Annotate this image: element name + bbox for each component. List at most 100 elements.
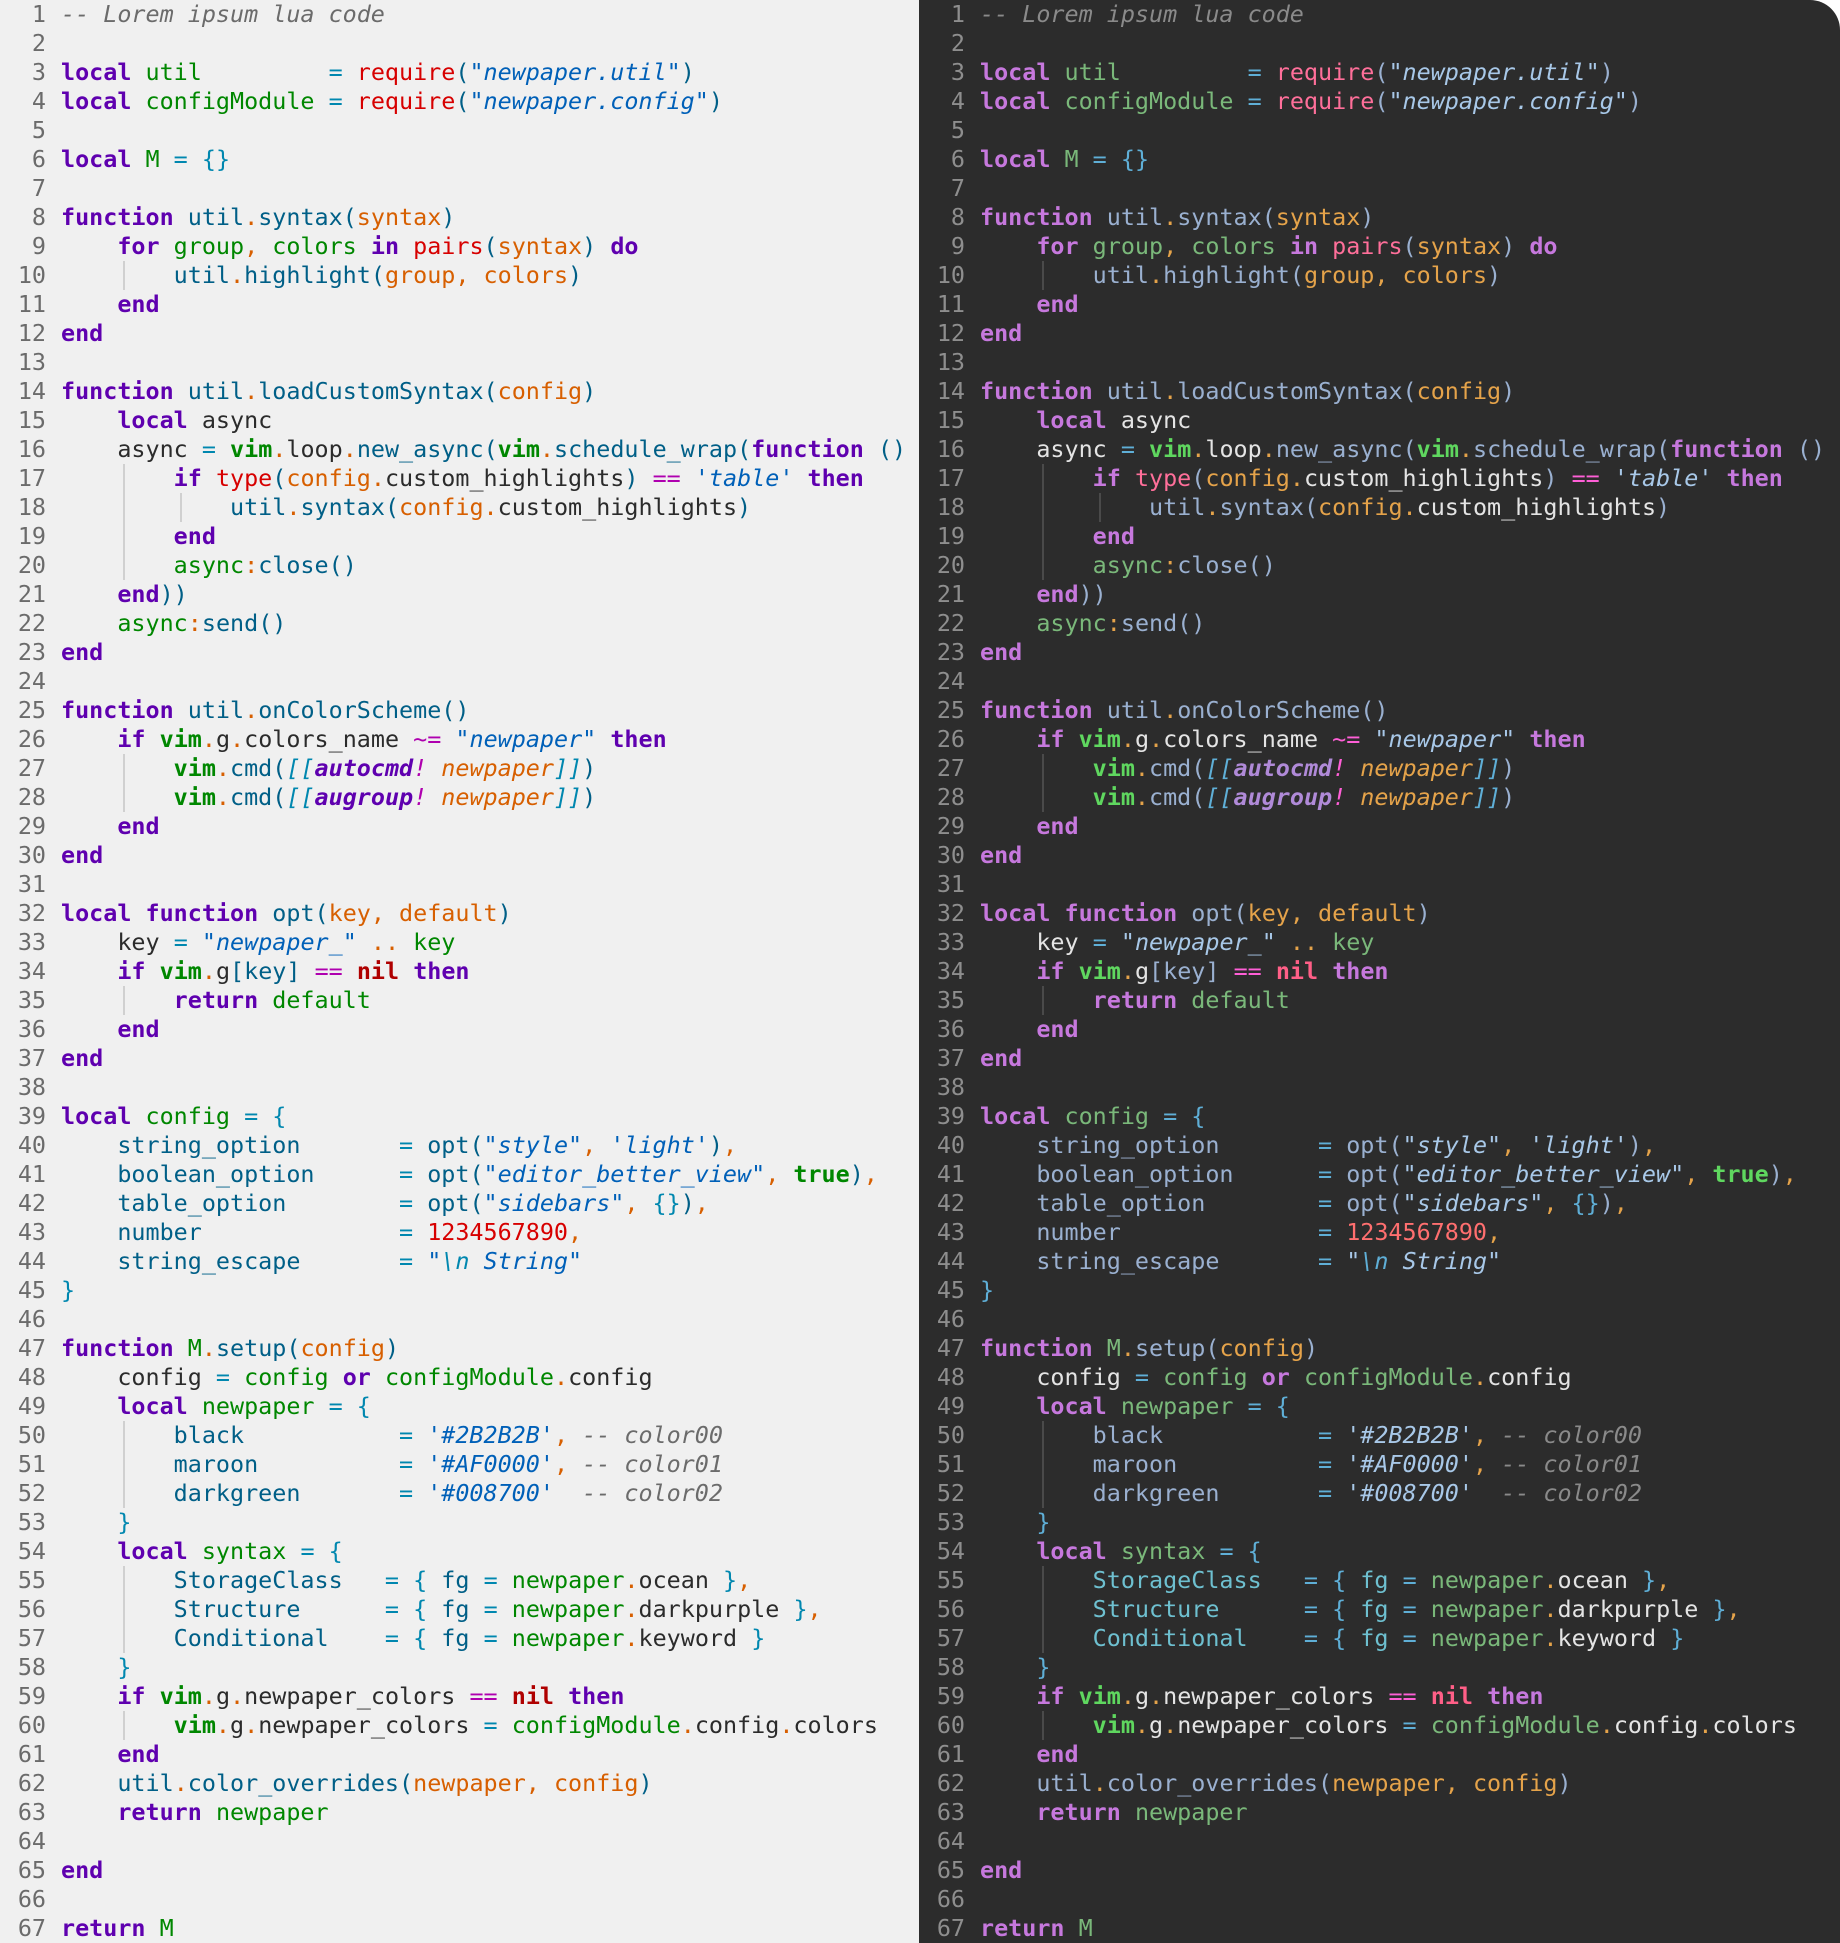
code-line[interactable]: 23 end bbox=[919, 638, 1840, 667]
code-line[interactable]: 4 local configModule = require("newpaper.… bbox=[919, 87, 1840, 116]
code-line[interactable]: 50 black = '#2B2B2B', -- color00 bbox=[919, 1421, 1840, 1450]
code-line[interactable]: 36 end bbox=[0, 1015, 919, 1044]
code-line[interactable]: 46 bbox=[0, 1305, 919, 1334]
code-line[interactable]: 42 table_option = opt("sidebars", {}), bbox=[919, 1189, 1840, 1218]
code-line[interactable]: 24 bbox=[0, 667, 919, 696]
code-line[interactable]: 35 return default bbox=[919, 986, 1840, 1015]
code-line[interactable]: 55 StorageClass = { fg = newpaper.ocean … bbox=[919, 1566, 1840, 1595]
code-line[interactable]: 54 local syntax = { bbox=[0, 1537, 919, 1566]
code-line[interactable]: 11 end bbox=[0, 290, 919, 319]
code-line[interactable]: 16 async = vim.loop.new_async(vim.schedu… bbox=[919, 435, 1840, 464]
code-line[interactable]: 15 local async bbox=[0, 406, 919, 435]
code-line[interactable]: 48 config = config or configModule.confi… bbox=[919, 1363, 1840, 1392]
code-line[interactable]: 59 if vim.g.newpaper_colors == nil then bbox=[919, 1682, 1840, 1711]
code-line[interactable]: 28 vim.cmd([[augroup! newpaper]]) bbox=[919, 783, 1840, 812]
code-line[interactable]: 21 end)) bbox=[919, 580, 1840, 609]
code-line[interactable]: 14 function util.loadCustomSyntax(config) bbox=[919, 377, 1840, 406]
code-line[interactable]: 62 util.color_overrides(newpaper, config… bbox=[0, 1769, 919, 1798]
code-line[interactable]: 5 bbox=[0, 116, 919, 145]
code-line[interactable]: 55 StorageClass = { fg = newpaper.ocean … bbox=[0, 1566, 919, 1595]
code-line[interactable]: 20 async:close() bbox=[0, 551, 919, 580]
code-line[interactable]: 15 local async bbox=[919, 406, 1840, 435]
code-line[interactable]: 47 function M.setup(config) bbox=[0, 1334, 919, 1363]
code-line[interactable]: 21 end)) bbox=[0, 580, 919, 609]
code-line[interactable]: 28 vim.cmd([[augroup! newpaper]]) bbox=[0, 783, 919, 812]
code-line[interactable]: 19 end bbox=[919, 522, 1840, 551]
code-line[interactable]: 37 end bbox=[919, 1044, 1840, 1073]
code-line[interactable]: 34 if vim.g[key] == nil then bbox=[0, 957, 919, 986]
code-line[interactable]: 12 end bbox=[0, 319, 919, 348]
code-line[interactable]: 51 maroon = '#AF0000', -- color01 bbox=[919, 1450, 1840, 1479]
code-line[interactable]: 58 } bbox=[919, 1653, 1840, 1682]
code-line[interactable]: 11 end bbox=[919, 290, 1840, 319]
code-line[interactable]: 49 local newpaper = { bbox=[0, 1392, 919, 1421]
code-line[interactable]: 49 local newpaper = { bbox=[919, 1392, 1840, 1421]
code-line[interactable]: 60 vim.g.newpaper_colors = configModule.… bbox=[0, 1711, 919, 1740]
code-line[interactable]: 38 bbox=[0, 1073, 919, 1102]
code-line[interactable]: 1 -- Lorem ipsum lua code bbox=[0, 0, 919, 29]
code-line[interactable]: 66 bbox=[0, 1885, 919, 1914]
code-line[interactable]: 53 } bbox=[0, 1508, 919, 1537]
code-line[interactable]: 41 boolean_option = opt("editor_better_v… bbox=[0, 1160, 919, 1189]
code-line[interactable]: 52 darkgreen = '#008700' -- color02 bbox=[919, 1479, 1840, 1508]
code-line[interactable]: 26 if vim.g.colors_name ~= "newpaper" th… bbox=[0, 725, 919, 754]
code-line[interactable]: 29 end bbox=[0, 812, 919, 841]
code-line[interactable]: 30 end bbox=[919, 841, 1840, 870]
code-line[interactable]: 27 vim.cmd([[autocmd! newpaper]]) bbox=[919, 754, 1840, 783]
code-line[interactable]: 46 bbox=[919, 1305, 1840, 1334]
code-line[interactable]: 60 vim.g.newpaper_colors = configModule.… bbox=[919, 1711, 1840, 1740]
code-line[interactable]: 50 black = '#2B2B2B', -- color00 bbox=[0, 1421, 919, 1450]
code-view[interactable]: 1 -- Lorem ipsum lua code 2 3 local util = r… bbox=[919, 0, 1840, 1943]
code-line[interactable]: 47 function M.setup(config) bbox=[919, 1334, 1840, 1363]
code-line[interactable]: 6 local M = {} bbox=[919, 145, 1840, 174]
code-line[interactable]: 16 async = vim.loop.new_async(vim.schedu… bbox=[0, 435, 919, 464]
code-line[interactable]: 34 if vim.g[key] == nil then bbox=[919, 957, 1840, 986]
code-line[interactable]: 18 util.syntax(config.custom_highlights) bbox=[0, 493, 919, 522]
code-line[interactable]: 26 if vim.g.colors_name ~= "newpaper" th… bbox=[919, 725, 1840, 754]
code-line[interactable]: 25 function util.onColorScheme() bbox=[919, 696, 1840, 725]
code-line[interactable]: 6 local M = {} bbox=[0, 145, 919, 174]
code-line[interactable]: 41 boolean_option = opt("editor_better_v… bbox=[919, 1160, 1840, 1189]
code-line[interactable]: 61 end bbox=[0, 1740, 919, 1769]
code-line[interactable]: 65 end bbox=[0, 1856, 919, 1885]
code-line[interactable]: 10 util.highlight(group, colors) bbox=[0, 261, 919, 290]
code-line[interactable]: 30 end bbox=[0, 841, 919, 870]
code-line[interactable]: 33 key = "newpaper_" .. key bbox=[919, 928, 1840, 957]
code-line[interactable]: 43 number = 1234567890, bbox=[0, 1218, 919, 1247]
code-line[interactable]: 17 if type(config.custom_highlights) == … bbox=[0, 464, 919, 493]
code-line[interactable]: 5 bbox=[919, 116, 1840, 145]
code-line[interactable]: 8 function util.syntax(syntax) bbox=[0, 203, 919, 232]
code-line[interactable]: 14 function util.loadCustomSyntax(config) bbox=[0, 377, 919, 406]
editor-pane-dark[interactable]: 1 -- Lorem ipsum lua code 2 3 local util = r… bbox=[919, 0, 1840, 1943]
code-line[interactable]: 9 for group, colors in pairs(syntax) do bbox=[0, 232, 919, 261]
code-line[interactable]: 44 string_escape = "\n String" bbox=[919, 1247, 1840, 1276]
code-line[interactable]: 32 local function opt(key, default) bbox=[919, 899, 1840, 928]
code-line[interactable]: 32 local function opt(key, default) bbox=[0, 899, 919, 928]
code-line[interactable]: 23 end bbox=[0, 638, 919, 667]
code-line[interactable]: 4 local configModule = require("newpaper.… bbox=[0, 87, 919, 116]
code-line[interactable]: 54 local syntax = { bbox=[919, 1537, 1840, 1566]
code-line[interactable]: 66 bbox=[919, 1885, 1840, 1914]
code-line[interactable]: 20 async:close() bbox=[919, 551, 1840, 580]
code-line[interactable]: 31 bbox=[919, 870, 1840, 899]
code-line[interactable]: 40 string_option = opt("style", 'light')… bbox=[0, 1131, 919, 1160]
code-line[interactable]: 25 function util.onColorScheme() bbox=[0, 696, 919, 725]
code-line[interactable]: 63 return newpaper bbox=[919, 1798, 1840, 1827]
code-line[interactable]: 45} bbox=[919, 1276, 1840, 1305]
code-line[interactable]: 24 bbox=[919, 667, 1840, 696]
code-line[interactable]: 59 if vim.g.newpaper_colors == nil then bbox=[0, 1682, 919, 1711]
code-line[interactable]: 13 bbox=[0, 348, 919, 377]
code-line[interactable]: 53 } bbox=[919, 1508, 1840, 1537]
code-line[interactable]: 67 return M bbox=[0, 1914, 919, 1943]
code-line[interactable]: 38 bbox=[919, 1073, 1840, 1102]
code-line[interactable]: 22 async:send() bbox=[0, 609, 919, 638]
code-line[interactable]: 7 bbox=[919, 174, 1840, 203]
code-line[interactable]: 67 return M bbox=[919, 1914, 1840, 1943]
code-line[interactable]: 40 string_option = opt("style", 'light')… bbox=[919, 1131, 1840, 1160]
code-line[interactable]: 48 config = config or configModule.confi… bbox=[0, 1363, 919, 1392]
code-line[interactable]: 56 Structure = { fg = newpaper.darkpurpl… bbox=[919, 1595, 1840, 1624]
code-line[interactable]: 57 Conditional = { fg = newpaper.keyword… bbox=[0, 1624, 919, 1653]
code-line[interactable]: 13 bbox=[919, 348, 1840, 377]
code-line[interactable]: 19 end bbox=[0, 522, 919, 551]
code-line[interactable]: 39 local config = { bbox=[0, 1102, 919, 1131]
